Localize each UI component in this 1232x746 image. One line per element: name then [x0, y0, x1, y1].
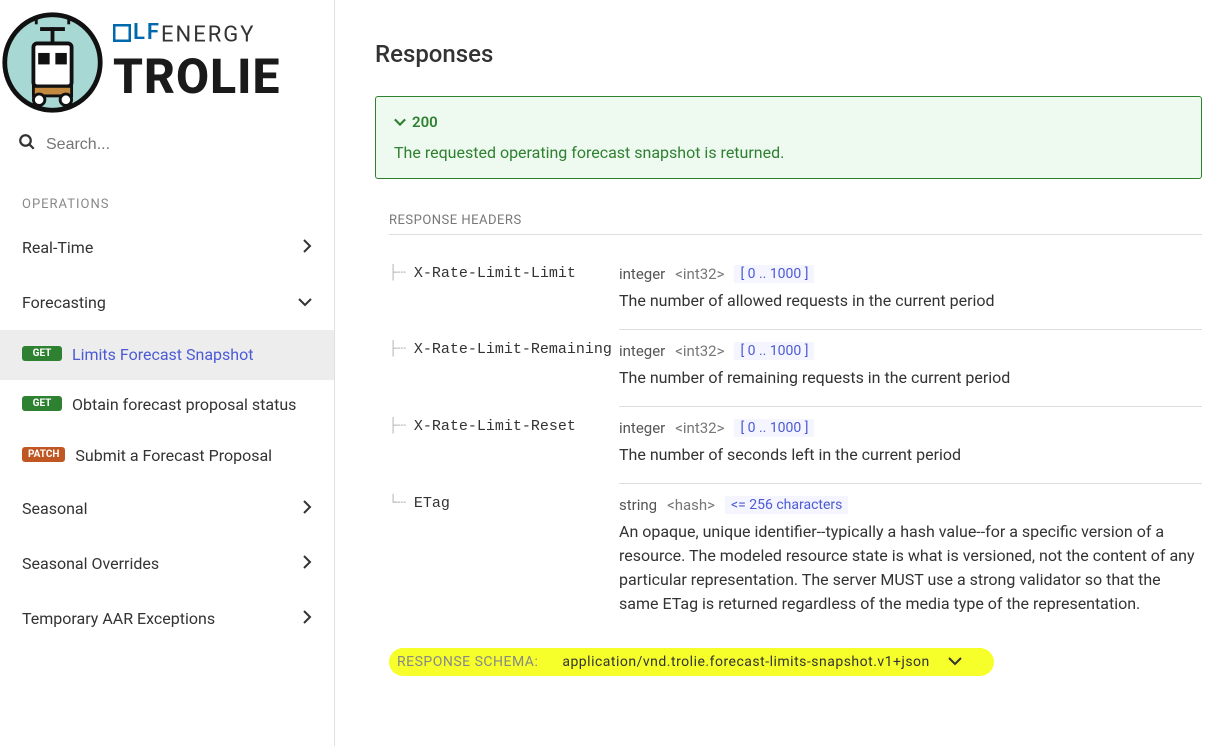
brand-name: TROLIE	[113, 48, 280, 105]
header-name: ETag	[414, 495, 450, 512]
method-badge-get: GET	[22, 396, 62, 411]
chevron-right-icon	[302, 555, 312, 573]
chevron-right-icon	[302, 500, 312, 518]
nav-label: Real-Time	[22, 238, 93, 257]
header-description: The number of allowed requests in the cu…	[619, 289, 1202, 313]
header-name: X-Rate-Limit-Remaining	[414, 341, 612, 358]
header-name: X-Rate-Limit-Reset	[414, 418, 576, 435]
chevron-down-icon	[394, 113, 406, 131]
sidebar-item-label: Submit a Forecast Proposal	[75, 445, 272, 467]
header-description: The number of remaining requests in the …	[619, 366, 1202, 390]
nav-item-forecasting[interactable]: Forecasting	[0, 275, 334, 330]
headers-table: ├┄ X-Rate-Limit-Limit integer <int32> [ …	[389, 251, 1202, 630]
header-constraint: [ 0 .. 1000 ]	[734, 342, 814, 360]
response-code: 200	[412, 113, 438, 131]
header-row: ├┄ X-Rate-Limit-Reset integer <int32> [ …	[389, 404, 1202, 481]
response-description: The requested operating forecast snapsho…	[394, 143, 1183, 162]
page-title: Responses	[375, 40, 1202, 68]
header-format: <int32>	[675, 419, 724, 437]
nav-label: Seasonal Overrides	[22, 554, 159, 573]
header-constraint: [ 0 .. 1000 ]	[734, 419, 814, 437]
sidebar-item-obtain-forecast-proposal-status[interactable]: GET Obtain forecast proposal status	[0, 380, 334, 430]
sidebar-item-label: Limits Forecast Snapshot	[72, 344, 253, 366]
header-name: X-Rate-Limit-Limit	[414, 265, 576, 282]
method-badge-patch: PATCH	[22, 447, 65, 462]
section-label: OPERATIONS	[0, 169, 334, 220]
nav-label: Temporary AAR Exceptions	[22, 609, 215, 628]
logo-area: LF ENERGY TROLIE	[0, 0, 334, 125]
chevron-down-icon	[298, 295, 312, 311]
logo-text: LF ENERGY TROLIE	[113, 20, 280, 105]
header-row: └┄ ETag string <hash> <= 256 characters …	[389, 481, 1202, 630]
tree-connector-end-icon: └┄	[389, 495, 406, 512]
header-format: <hash>	[667, 496, 715, 514]
header-type: integer	[619, 342, 665, 360]
sidebar-item-limits-forecast-snapshot[interactable]: GET Limits Forecast Snapshot	[0, 330, 334, 380]
nav-item-real-time[interactable]: Real-Time	[0, 220, 334, 275]
header-constraint: [ 0 .. 1000 ]	[734, 265, 814, 283]
tree-connector-icon: ├┄	[389, 341, 406, 358]
header-description: An opaque, unique identifier--typically …	[619, 520, 1202, 616]
response-schema-label: RESPONSE SCHEMA:	[397, 654, 538, 670]
header-format: <int32>	[675, 265, 724, 283]
chevron-right-icon	[302, 239, 312, 257]
brand-prefix: LF	[133, 20, 161, 45]
response-200-box[interactable]: 200 The requested operating forecast sna…	[375, 96, 1202, 179]
search-row	[0, 125, 334, 169]
schema-value: application/vnd.trolie.forecast-limits-s…	[562, 654, 929, 670]
search-input[interactable]	[46, 136, 316, 154]
sidebar-item-submit-forecast-proposal[interactable]: PATCH Submit a Forecast Proposal	[0, 431, 334, 481]
search-icon	[18, 133, 36, 156]
response-headers-label: RESPONSE HEADERS	[389, 213, 1202, 235]
main-content: Responses 200 The requested operating fo…	[335, 0, 1232, 746]
header-type: string	[619, 496, 657, 514]
header-type: integer	[619, 265, 665, 283]
chevron-right-icon	[302, 610, 312, 628]
response-code-row: 200	[394, 113, 1183, 131]
chevron-down-icon	[948, 654, 962, 670]
trolie-logo-icon	[0, 10, 105, 115]
lf-square-icon	[113, 24, 131, 42]
nav-item-seasonal[interactable]: Seasonal	[0, 481, 334, 536]
tree-connector-icon: ├┄	[389, 418, 406, 435]
nav-sublist-forecasting: GET Limits Forecast Snapshot GET Obtain …	[0, 330, 334, 481]
header-constraint: <= 256 characters	[725, 496, 848, 514]
sidebar-item-label: Obtain forecast proposal status	[72, 394, 296, 416]
brand-line: LF ENERGY	[113, 20, 280, 48]
nav-item-temporary-aar-exceptions[interactable]: Temporary AAR Exceptions	[0, 591, 334, 646]
header-row: ├┄ X-Rate-Limit-Remaining integer <int32…	[389, 327, 1202, 404]
tree-connector-icon: ├┄	[389, 265, 406, 282]
nav-item-seasonal-overrides[interactable]: Seasonal Overrides	[0, 536, 334, 591]
header-row: ├┄ X-Rate-Limit-Limit integer <int32> [ …	[389, 251, 1202, 327]
sidebar: LF ENERGY TROLIE OPERATIONS Real-Time Fo…	[0, 0, 335, 746]
response-schema-row: RESPONSE SCHEMA: application/vnd.trolie.…	[389, 648, 994, 676]
header-format: <int32>	[675, 342, 724, 360]
header-description: The number of seconds left in the curren…	[619, 443, 1202, 467]
response-schema-select[interactable]: application/vnd.trolie.forecast-limits-s…	[562, 654, 961, 670]
brand-suffix: ENERGY	[161, 23, 255, 48]
header-type: integer	[619, 419, 665, 437]
nav-label: Seasonal	[22, 499, 88, 518]
nav-label: Forecasting	[22, 293, 106, 312]
method-badge-get: GET	[22, 346, 62, 361]
